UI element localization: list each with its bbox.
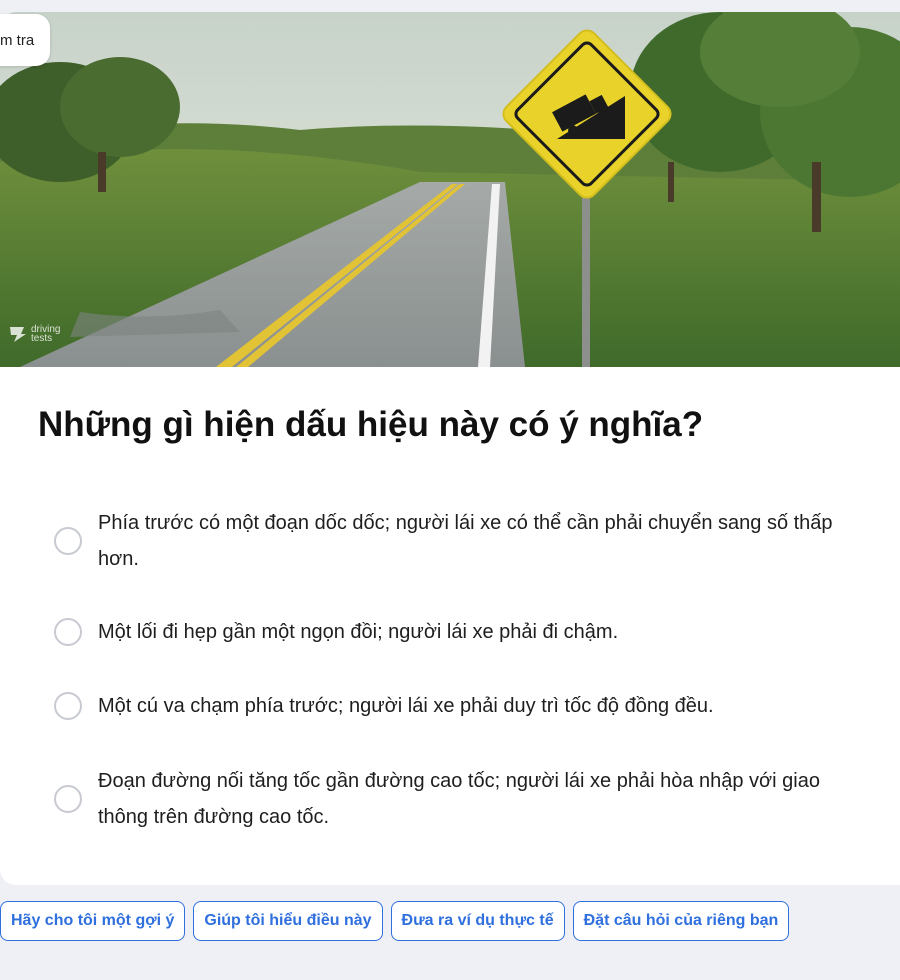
answer-option-2-label: Một lối đi hẹp gần một ngọn đồi; người l…	[98, 621, 619, 643]
radio-button-3[interactable]	[54, 692, 82, 720]
answer-option-1-label: Phía trước có một đoạn dốc dốc; người lá…	[98, 512, 833, 570]
watermark-text: driving tests	[31, 324, 61, 344]
answer-option-4[interactable]: Đoạn đường nối tăng tốc gần đường cao tố…	[54, 763, 854, 835]
action-chips: Hãy cho tôi một gợi ý Giúp tôi hiểu điều…	[0, 901, 790, 941]
driving-tests-logo-icon	[10, 327, 26, 342]
hint-button[interactable]: Hãy cho tôi một gợi ý	[0, 901, 186, 941]
question-title: Những gì hiện dấu hiệu này có ý nghĩa?	[38, 405, 704, 444]
radio-button-2[interactable]	[54, 618, 82, 646]
ask-question-button[interactable]: Đặt câu hỏi của riêng bạn	[572, 901, 790, 941]
radio-button-1[interactable]	[54, 527, 82, 555]
answer-option-3-label: Một cú va chạm phía trước; người lái xe …	[98, 695, 714, 717]
section-tag-label: m tra	[0, 31, 35, 49]
answer-option-1[interactable]: Phía trước có một đoạn dốc dốc; người lá…	[54, 505, 854, 577]
example-button[interactable]: Đưa ra ví dụ thực tế	[390, 901, 565, 941]
question-card: Những gì hiện dấu hiệu này có ý nghĩa? P…	[0, 12, 900, 885]
question-image	[0, 12, 900, 367]
answer-option-2[interactable]: Một lối đi hẹp gần một ngọn đồi; người l…	[54, 614, 854, 650]
section-tag[interactable]: m tra	[0, 14, 51, 66]
answer-option-4-label: Đoạn đường nối tăng tốc gần đường cao tố…	[98, 770, 820, 828]
watermark: driving tests	[8, 324, 71, 344]
road-scene-illustration	[0, 12, 900, 367]
explain-button[interactable]: Giúp tôi hiểu điều này	[193, 901, 383, 941]
radio-button-4[interactable]	[54, 785, 82, 813]
answer-option-3[interactable]: Một cú va chạm phía trước; người lái xe …	[54, 688, 854, 724]
